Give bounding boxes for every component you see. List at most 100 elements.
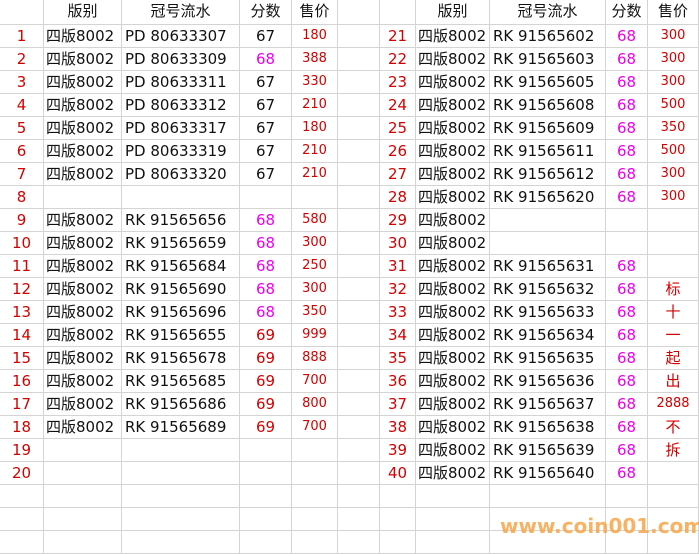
table-cell-serial[interactable]: RK 91565632 [490,278,606,301]
empty-cell[interactable] [0,531,44,554]
table-cell-n[interactable]: 16 [0,370,44,393]
table-cell-price[interactable]: 800 [292,393,338,416]
empty-cell[interactable] [338,301,380,324]
table-cell-version[interactable] [44,439,122,462]
table-cell-price[interactable]: 300 [648,25,699,48]
empty-cell[interactable] [338,531,380,554]
empty-cell[interactable] [490,485,606,508]
table-cell-version[interactable]: 四版8002 [44,232,122,255]
table-cell-n[interactable]: 37 [380,393,416,416]
empty-cell[interactable] [240,508,292,531]
table-cell-version[interactable] [44,186,122,209]
table-cell-score[interactable]: 69 [240,416,292,439]
table-cell-n[interactable]: 22 [380,48,416,71]
table-cell-n[interactable]: 35 [380,347,416,370]
table-cell-price[interactable]: 180 [292,117,338,140]
table-cell-serial[interactable]: RK 91565605 [490,71,606,94]
table-cell-n[interactable]: 20 [0,462,44,485]
table-cell-serial[interactable]: PD 80633319 [122,140,240,163]
empty-cell[interactable] [338,48,380,71]
empty-cell[interactable] [416,531,490,554]
table-cell-version[interactable]: 四版8002 [416,186,490,209]
table-cell-serial[interactable]: RK 91565678 [122,347,240,370]
table-cell-score[interactable]: 68 [240,301,292,324]
table-cell-price[interactable]: 2888 [648,393,699,416]
table-cell-price[interactable]: 500 [648,94,699,117]
table-cell-price[interactable] [292,186,338,209]
empty-cell[interactable] [338,370,380,393]
table-cell-price[interactable]: 180 [292,25,338,48]
table-cell-n[interactable]: 34 [380,324,416,347]
table-cell-version[interactable]: 四版8002 [44,278,122,301]
table-cell-serial[interactable] [122,462,240,485]
table-cell-version[interactable]: 四版8002 [416,209,490,232]
table-cell-version[interactable]: 四版8002 [44,255,122,278]
table-cell-n[interactable]: 1 [0,25,44,48]
table-cell-score[interactable]: 67 [240,117,292,140]
table-cell-score[interactable]: 68 [606,163,648,186]
table-cell-score[interactable]: 68 [240,48,292,71]
table-cell-version[interactable]: 四版8002 [416,347,490,370]
table-cell-score[interactable]: 68 [606,186,648,209]
empty-cell[interactable] [338,278,380,301]
table-cell-serial[interactable]: PD 80633307 [122,25,240,48]
header-cell-price[interactable]: 售价 [648,0,699,25]
table-cell-price[interactable] [648,232,699,255]
table-cell-score[interactable]: 69 [240,393,292,416]
table-cell-n[interactable]: 9 [0,209,44,232]
empty-cell[interactable] [240,531,292,554]
table-cell-serial[interactable]: RK 91565603 [490,48,606,71]
header-cell-version[interactable]: 版别 [416,0,490,25]
table-cell-n[interactable]: 8 [0,186,44,209]
empty-cell[interactable] [338,140,380,163]
table-cell-score[interactable]: 68 [606,462,648,485]
empty-cell[interactable] [240,485,292,508]
table-cell-serial[interactable] [490,232,606,255]
table-cell-serial[interactable]: RK 91565612 [490,163,606,186]
table-cell-score[interactable]: 68 [606,71,648,94]
table-cell-n[interactable]: 17 [0,393,44,416]
table-cell-price[interactable]: 500 [648,140,699,163]
table-cell-score[interactable]: 68 [606,301,648,324]
table-cell-serial[interactable]: RK 91565638 [490,416,606,439]
table-cell-score[interactable]: 68 [606,416,648,439]
table-cell-score[interactable]: 67 [240,140,292,163]
empty-cell[interactable] [338,347,380,370]
table-cell-version[interactable]: 四版8002 [44,71,122,94]
header-cell-index[interactable] [380,0,416,25]
header-cell-serial[interactable]: 冠号流水 [490,0,606,25]
empty-cell[interactable] [338,508,380,531]
table-cell-score[interactable]: 68 [240,209,292,232]
table-cell-price[interactable]: 210 [292,94,338,117]
table-cell-score[interactable]: 68 [240,278,292,301]
table-cell-score[interactable]: 68 [606,393,648,416]
empty-cell[interactable] [416,508,490,531]
table-cell-price[interactable]: 210 [292,140,338,163]
empty-cell[interactable] [380,531,416,554]
table-cell-serial[interactable]: RK 91565611 [490,140,606,163]
table-cell-price[interactable] [648,255,699,278]
header-cell-price[interactable]: 售价 [292,0,338,25]
table-cell-serial[interactable]: RK 91565602 [490,25,606,48]
table-cell-score[interactable]: 67 [240,25,292,48]
empty-cell[interactable] [338,439,380,462]
table-cell-version[interactable]: 四版8002 [44,301,122,324]
empty-cell[interactable] [44,508,122,531]
empty-cell[interactable] [122,508,240,531]
table-cell-n[interactable]: 14 [0,324,44,347]
table-cell-serial[interactable]: RK 91565659 [122,232,240,255]
table-cell-n[interactable]: 15 [0,347,44,370]
header-cell-serial[interactable]: 冠号流水 [122,0,240,25]
table-cell-n[interactable]: 29 [380,209,416,232]
table-cell-version[interactable]: 四版8002 [44,209,122,232]
table-cell-score[interactable]: 67 [240,94,292,117]
empty-cell[interactable] [44,531,122,554]
table-cell-serial[interactable]: RK 91565686 [122,393,240,416]
table-cell-serial[interactable]: RK 91565620 [490,186,606,209]
table-cell-serial[interactable]: RK 91565689 [122,416,240,439]
table-cell-score[interactable] [606,232,648,255]
table-cell-version[interactable]: 四版8002 [416,255,490,278]
table-cell-serial[interactable]: RK 91565636 [490,370,606,393]
empty-cell[interactable] [122,485,240,508]
header-cell-version[interactable]: 版别 [44,0,122,25]
